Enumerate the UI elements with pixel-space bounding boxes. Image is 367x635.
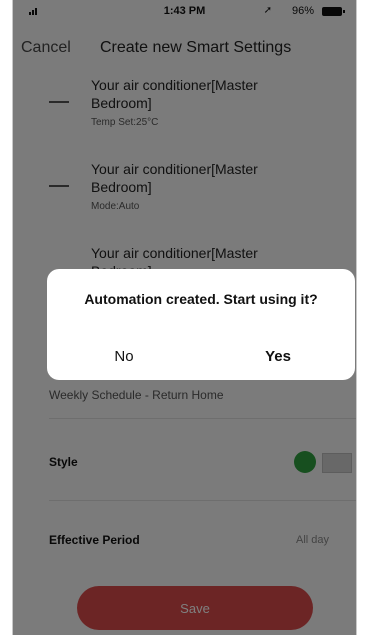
- confirmation-dialog: Automation created. Start using it? No Y…: [47, 269, 355, 380]
- app-screen: 1:43 PM ➚ 96% Cancel Create new Smart Se…: [12, 0, 357, 635]
- dialog-message: Automation created. Start using it?: [84, 291, 318, 307]
- no-button[interactable]: No: [47, 341, 201, 371]
- yes-button[interactable]: Yes: [201, 341, 355, 371]
